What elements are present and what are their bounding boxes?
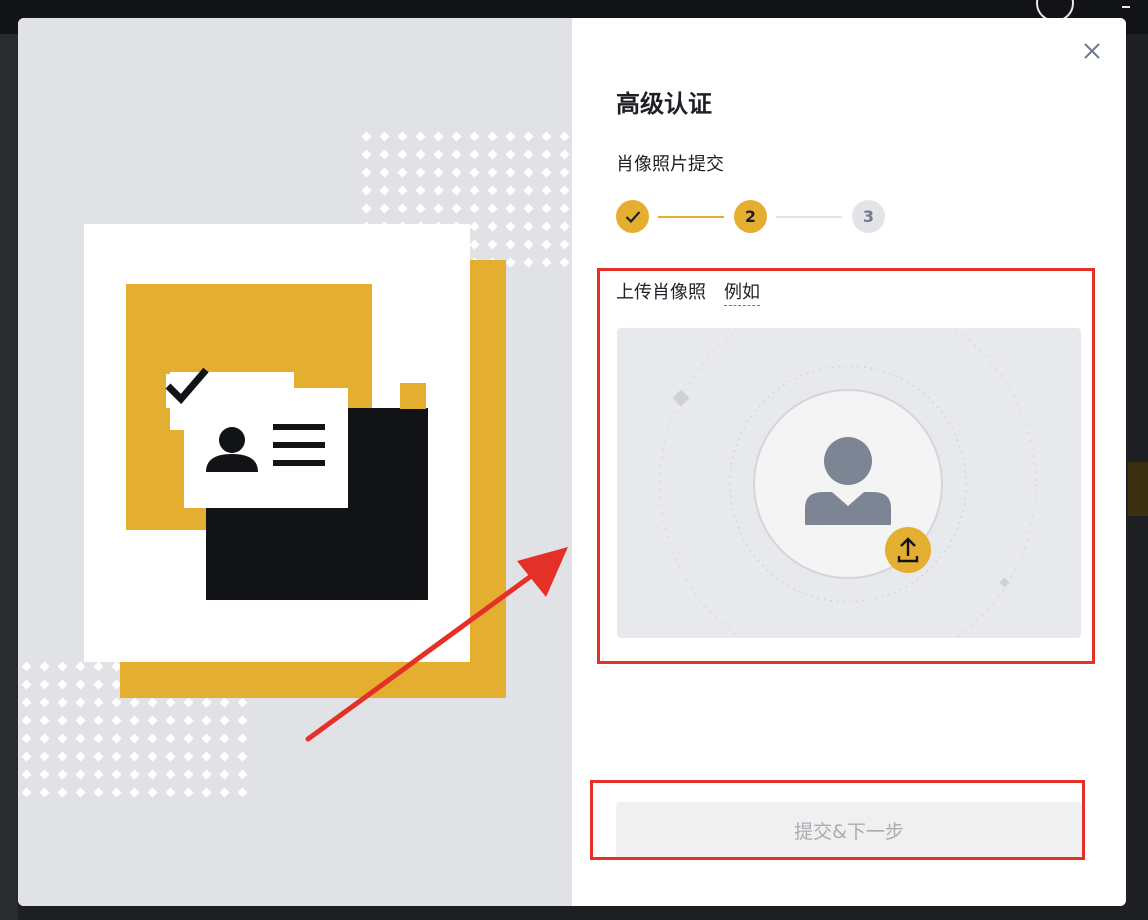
- upload-label: 上传肖像照: [616, 282, 706, 303]
- page-backdrop: [0, 34, 18, 920]
- close-button[interactable]: [1079, 38, 1105, 64]
- modal-title: 高级认证: [616, 90, 712, 118]
- illustration-panel: [18, 18, 572, 906]
- verification-modal: 高级认证 肖像照片提交 2 3 上传肖像照 例如 提交&下一步: [18, 18, 1126, 906]
- upload-placeholder-graphic: [659, 328, 1037, 638]
- top-menu-icon[interactable]: [1122, 6, 1130, 8]
- checkmark-icon: [625, 210, 640, 223]
- step-1-completed: [616, 200, 649, 233]
- step-connector: [776, 216, 842, 218]
- upload-icon: [885, 527, 931, 573]
- modal-subtitle: 肖像照片提交: [616, 154, 724, 175]
- stepper: 2 3: [616, 200, 946, 234]
- portrait-upload-area[interactable]: [617, 328, 1081, 638]
- step-connector: [658, 216, 724, 218]
- example-link[interactable]: 例如: [724, 278, 760, 306]
- step-3-pending: 3: [852, 200, 885, 233]
- content-panel: 高级认证 肖像照片提交 2 3 上传肖像照 例如 提交&下一步: [572, 18, 1126, 906]
- background-accent: [1128, 462, 1148, 516]
- submit-next-button[interactable]: 提交&下一步: [616, 802, 1082, 858]
- annotation-arrow-icon: [305, 547, 568, 742]
- step-2-active: 2: [734, 200, 767, 233]
- close-icon: [1084, 43, 1100, 59]
